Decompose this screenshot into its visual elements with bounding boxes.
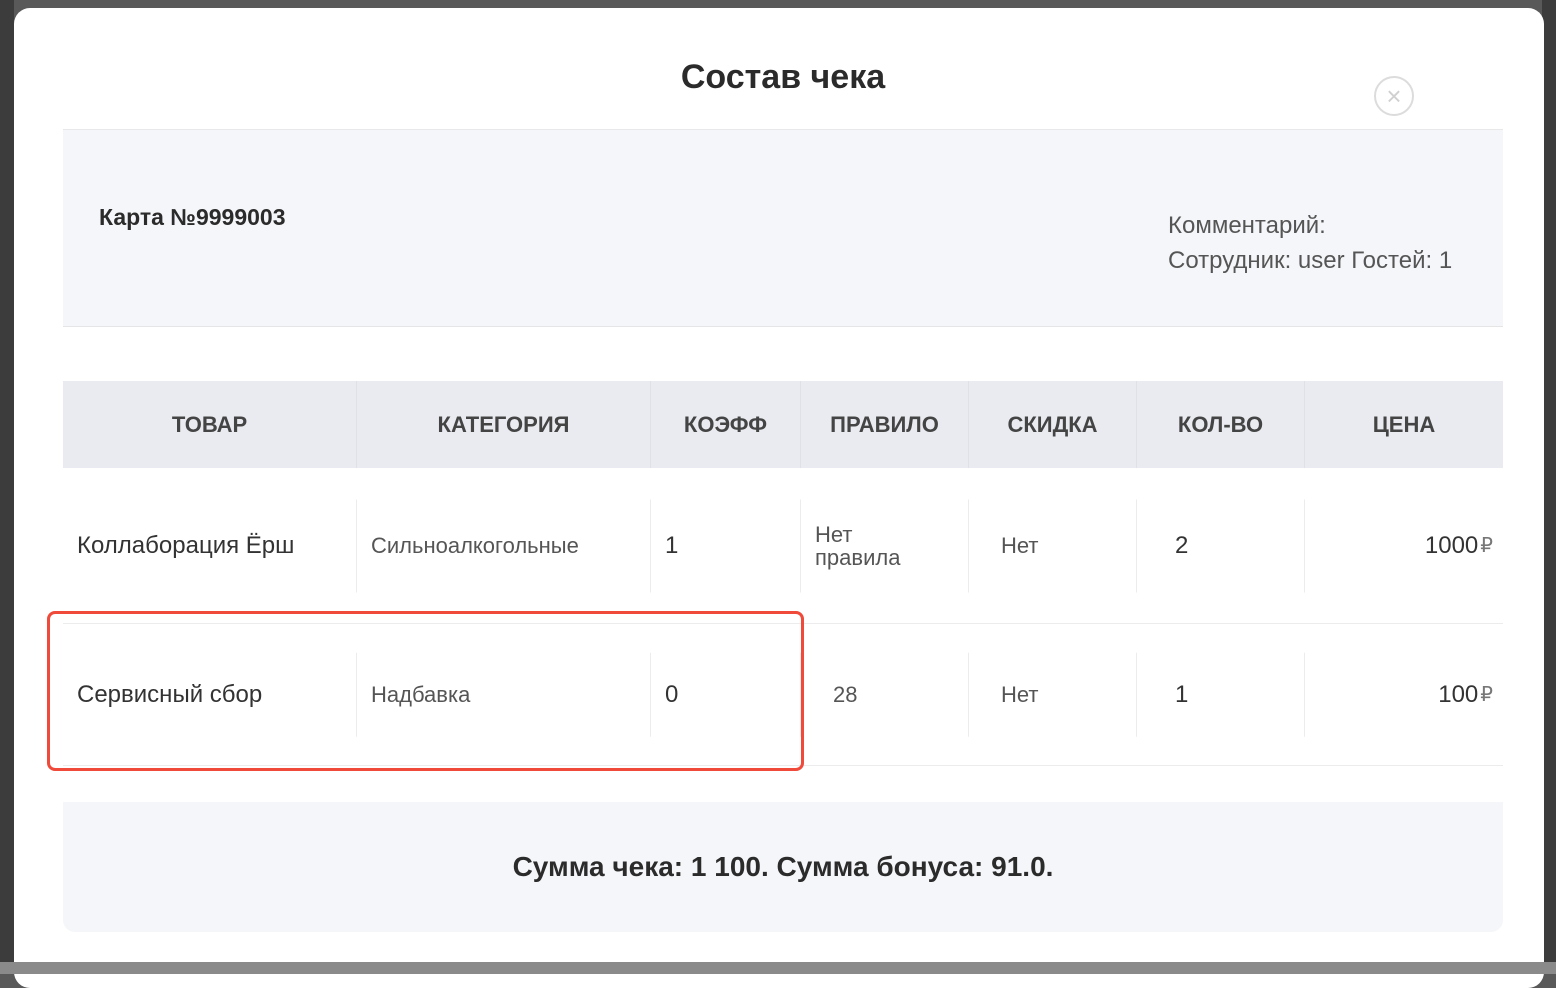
cell-item: Коллаборация Ёрш xyxy=(63,468,357,623)
header-category[interactable]: КАТЕГОРИЯ xyxy=(357,381,651,468)
header-discount[interactable]: СКИДКА xyxy=(969,381,1137,468)
header-rule[interactable]: ПРАВИЛО xyxy=(801,381,969,468)
cell-discount: Нет xyxy=(969,624,1137,765)
receipt-modal: Состав чека × Карта №9999003 Комментарий… xyxy=(14,8,1544,988)
backdrop-left xyxy=(0,0,14,974)
header-quantity[interactable]: КОЛ-ВО xyxy=(1137,381,1305,468)
price-value: 100 xyxy=(1438,680,1479,708)
table-header: ТОВАР КАТЕГОРИЯ КОЭФФ ПРАВИЛО СКИДКА КОЛ… xyxy=(63,381,1503,468)
ruble-icon: ₽ xyxy=(1480,535,1493,557)
cell-price: 100 ₽ xyxy=(1305,624,1503,765)
backdrop-right xyxy=(1542,0,1556,974)
header-item[interactable]: ТОВАР xyxy=(63,381,357,468)
cell-category: Сильноалкогольные xyxy=(357,468,651,623)
cell-price: 1000 ₽ xyxy=(1305,468,1503,623)
employee-guests: Сотрудник: user Гостей: 1 xyxy=(1168,247,1453,274)
rule-line-1: Нет xyxy=(815,521,853,547)
cell-quantity: 2 xyxy=(1137,468,1305,623)
receipt-summary: Сумма чека: 1 100. Сумма бонуса: 91.0. xyxy=(63,802,1503,932)
price-value: 1000 xyxy=(1424,531,1479,559)
comment-label: Комментарий: xyxy=(1168,212,1326,239)
cell-coeff: 1 xyxy=(651,468,801,623)
annotation-highlight-box xyxy=(47,611,804,771)
cell-quantity: 1 xyxy=(1137,624,1305,765)
rule-line-2: правила xyxy=(815,544,901,570)
modal-title: Состав чека xyxy=(680,58,886,96)
card-number: Карта №9999003 xyxy=(99,204,286,230)
header-coeff[interactable]: КОЭФФ xyxy=(651,381,801,468)
table-row[interactable]: Коллаборация Ёрш Сильноалкогольные 1 Нет… xyxy=(63,468,1503,624)
cell-rule: 28 xyxy=(801,624,969,765)
close-icon[interactable]: × xyxy=(1374,76,1414,116)
receipt-info-panel: Карта №9999003 Комментарий: Сотрудник: u… xyxy=(63,130,1503,327)
ruble-icon: ₽ xyxy=(1480,684,1493,706)
cell-rule: Нет правила xyxy=(801,468,969,623)
cell-discount: Нет xyxy=(969,468,1137,623)
header-price[interactable]: ЦЕНА xyxy=(1305,381,1503,468)
receipt-meta: Комментарий: Сотрудник: user Гостей: 1 xyxy=(1168,208,1452,278)
bottom-scrollbar[interactable] xyxy=(0,962,1556,974)
